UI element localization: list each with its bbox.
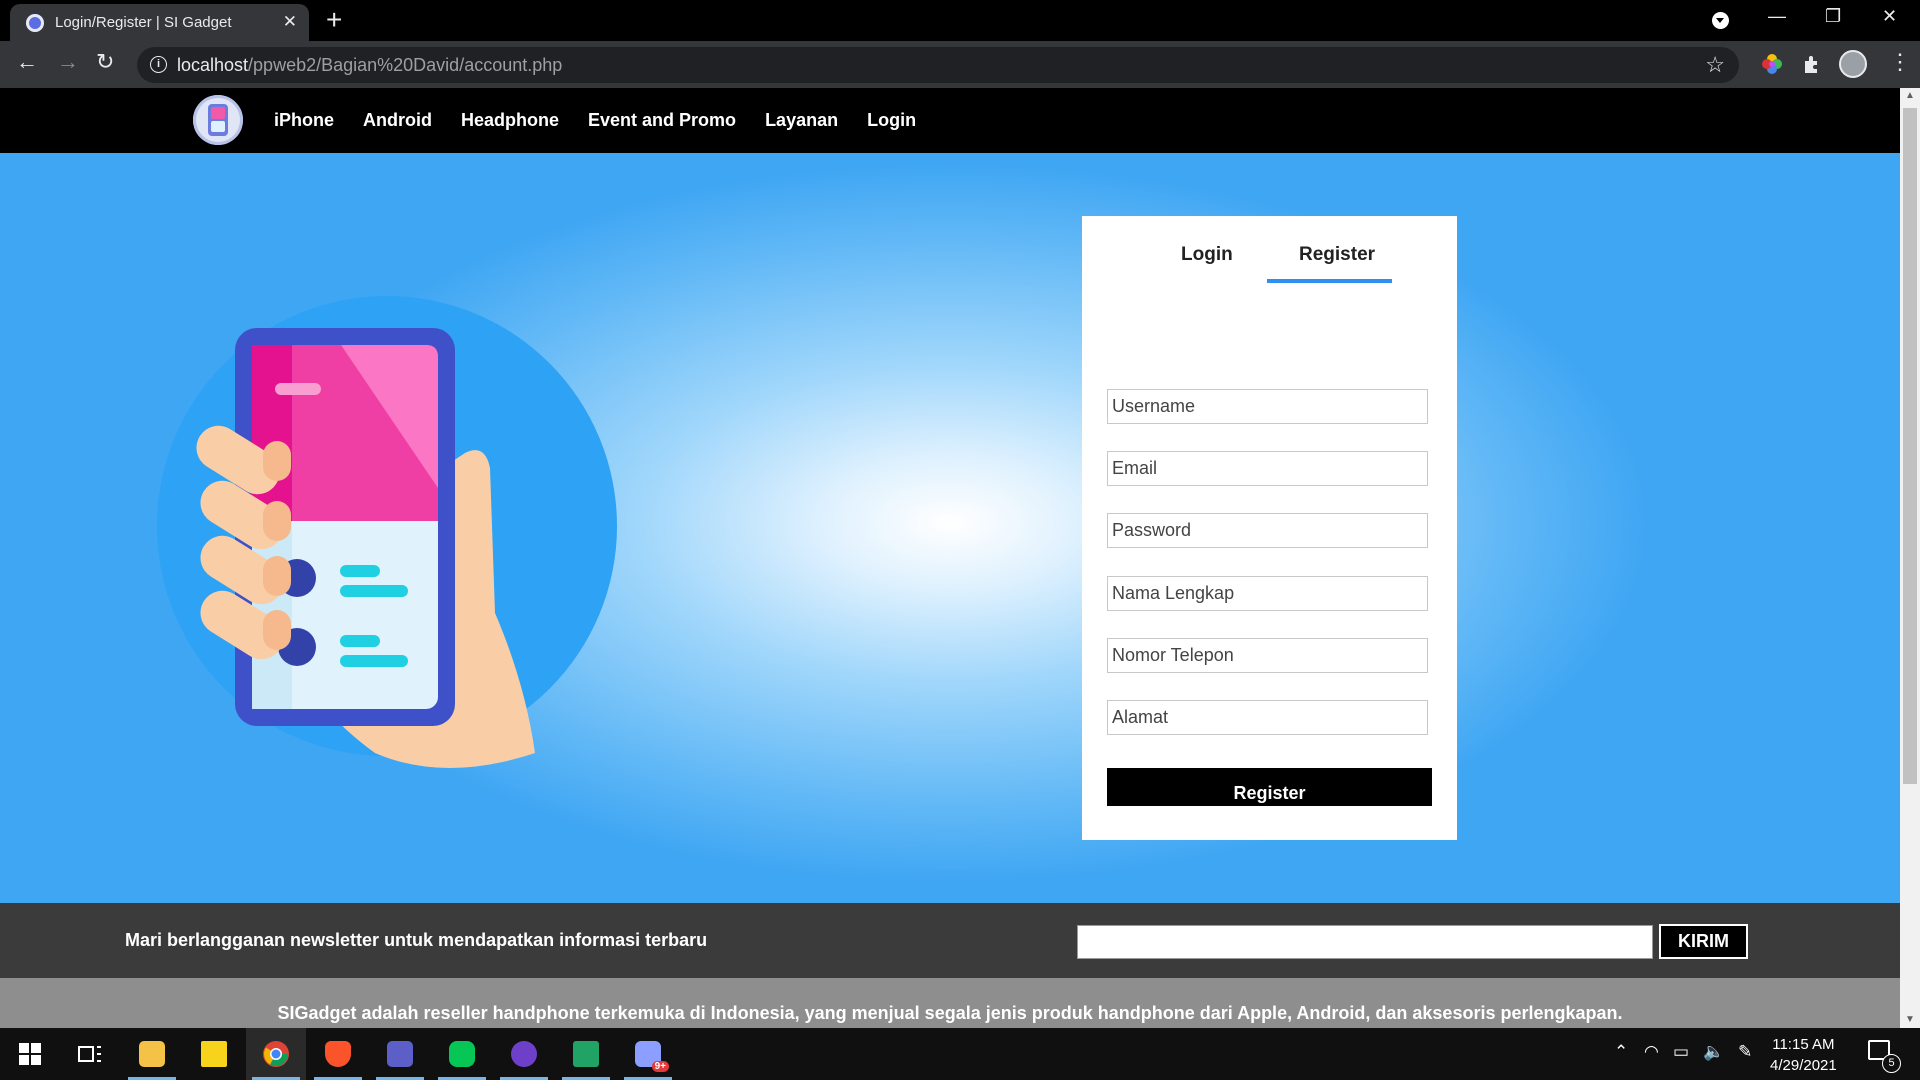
address-field[interactable] [1107, 700, 1428, 735]
github-icon [511, 1041, 537, 1067]
taskbar-github[interactable] [494, 1028, 554, 1080]
nav-android[interactable]: Android [363, 110, 432, 131]
register-form-card: Login Register Register [1082, 216, 1457, 840]
phone-logo-icon [208, 104, 228, 136]
tab-login[interactable]: Login [1181, 244, 1233, 266]
taskbar-teams[interactable] [370, 1028, 430, 1080]
about-section: SIGadget adalah reseller handphone terke… [0, 978, 1900, 1028]
nav-headphone[interactable]: Headphone [461, 110, 559, 131]
extensions-puzzle-icon[interactable] [1802, 53, 1824, 75]
browser-tab-active[interactable]: Login/Register | SI Gadget ✕ [10, 4, 309, 41]
line-app-icon [449, 1041, 475, 1067]
username-field[interactable] [1107, 389, 1428, 424]
taskbar-discord[interactable]: 9+ [618, 1028, 678, 1080]
main-menu: iPhone Android Headphone Event and Promo… [274, 88, 945, 153]
discord-icon: 9+ [635, 1041, 669, 1072]
url-path: /ppweb2/Bagian%20David/account.php [248, 55, 563, 75]
tray-overflow-chevron-icon[interactable]: ⌃ [1614, 1042, 1628, 1062]
new-tab-button[interactable]: + [326, 4, 342, 36]
teams-icon [387, 1041, 413, 1067]
site-navbar: iPhone Android Headphone Event and Promo… [0, 88, 1900, 153]
wifi-icon[interactable]: ◠ [1644, 1042, 1659, 1062]
notification-count: 5 [1882, 1054, 1901, 1073]
full-name-field[interactable] [1107, 576, 1428, 611]
scroll-up-icon[interactable]: ▲ [1905, 90, 1915, 101]
folder-icon [139, 1041, 165, 1067]
tab-register[interactable]: Register [1299, 244, 1375, 266]
scroll-down-icon[interactable]: ▼ [1905, 1014, 1915, 1025]
taskbar-chrome[interactable] [246, 1028, 306, 1080]
newsletter-submit-button[interactable]: KIRIM [1659, 924, 1748, 959]
nav-login[interactable]: Login [867, 110, 916, 131]
notification-badge: 9+ [651, 1061, 669, 1072]
task-view-button[interactable] [60, 1028, 120, 1080]
tab-title: Login/Register | SI Gadget [55, 14, 232, 31]
sticky-notes-icon [201, 1041, 227, 1067]
password-field[interactable] [1107, 513, 1428, 548]
nav-event-promo[interactable]: Event and Promo [588, 110, 736, 131]
restore-button[interactable]: ❐ [1825, 6, 1841, 27]
newsletter-text: Mari berlangganan newsletter untuk menda… [125, 930, 708, 950]
email-field[interactable] [1107, 451, 1428, 486]
volume-icon[interactable]: 🔈 [1703, 1042, 1724, 1062]
close-window-button[interactable]: ✕ [1882, 6, 1897, 27]
clock-date: 4/29/2021 [1770, 1057, 1837, 1074]
system-clock[interactable]: 11:15 AM 4/29/2021 [1770, 1034, 1837, 1076]
site-logo[interactable] [193, 95, 243, 145]
site-favicon-icon [26, 14, 44, 32]
site-info-icon[interactable]: i [150, 56, 167, 73]
browser-tabstrip: Login/Register | SI Gadget ✕ + — ❐ ✕ [0, 0, 1920, 41]
nav-iphone[interactable]: iPhone [274, 110, 334, 131]
hero-section: Login Register Register [0, 153, 1900, 903]
taskbar-brave[interactable] [308, 1028, 368, 1080]
taskbar-sheets[interactable] [556, 1028, 616, 1080]
hand-phone-illustration [157, 296, 617, 768]
brave-icon [325, 1041, 351, 1067]
pen-icon[interactable]: ✎ [1738, 1042, 1752, 1062]
taskbar-file-explorer[interactable] [122, 1028, 182, 1080]
register-button[interactable]: Register [1107, 768, 1432, 806]
close-tab-icon[interactable]: ✕ [283, 12, 297, 32]
page-scrollbar[interactable]: ▲ ▼ [1900, 88, 1920, 1028]
scrollbar-thumb[interactable] [1903, 108, 1917, 784]
battery-icon[interactable]: ▭ [1673, 1042, 1689, 1062]
phone-field[interactable] [1107, 638, 1428, 673]
reload-icon[interactable]: ↻ [96, 49, 114, 75]
windows-logo-icon [19, 1043, 41, 1065]
about-text: SIGadget adalah reseller handphone terke… [277, 1003, 1623, 1023]
browser-toolbar: ← → ↻ i localhost/ppweb2/Bagian%20David/… [0, 41, 1920, 88]
clock-time: 11:15 AM [1772, 1036, 1835, 1053]
back-arrow-icon[interactable]: ← [16, 49, 38, 75]
chrome-icon [263, 1041, 289, 1067]
url-host: localhost [177, 55, 249, 75]
web-page: iPhone Android Headphone Event and Promo… [0, 88, 1900, 1028]
nav-layanan[interactable]: Layanan [765, 110, 838, 131]
taskbar-sticky-notes[interactable] [184, 1028, 244, 1080]
active-tab-indicator [1267, 279, 1392, 283]
bookmark-star-icon[interactable]: ☆ [1705, 52, 1725, 78]
task-view-icon [78, 1046, 101, 1062]
url-text: localhost/ppweb2/Bagian%20David/account.… [177, 55, 562, 76]
spreadsheet-icon [573, 1041, 599, 1067]
color-extension-icon[interactable] [1761, 53, 1783, 75]
taskbar-line[interactable] [432, 1028, 492, 1080]
newsletter-email-input[interactable] [1077, 925, 1653, 959]
newsletter-bar: Mari berlangganan newsletter untuk menda… [0, 903, 1900, 978]
start-button[interactable] [0, 1028, 60, 1080]
browser-menu-icon[interactable]: ⋮ [1889, 49, 1911, 75]
address-bar[interactable]: i localhost/ppweb2/Bagian%20David/accoun… [137, 47, 1739, 83]
tab-search-icon[interactable] [1712, 12, 1729, 29]
minimize-button[interactable]: — [1768, 6, 1786, 27]
windows-taskbar: 9+ ⌃ ◠ ▭ 🔈 ✎ 11:15 AM 4/29/2021 5 [0, 1028, 1920, 1080]
profile-avatar[interactable] [1839, 50, 1867, 78]
forward-arrow-icon[interactable]: → [57, 49, 79, 75]
